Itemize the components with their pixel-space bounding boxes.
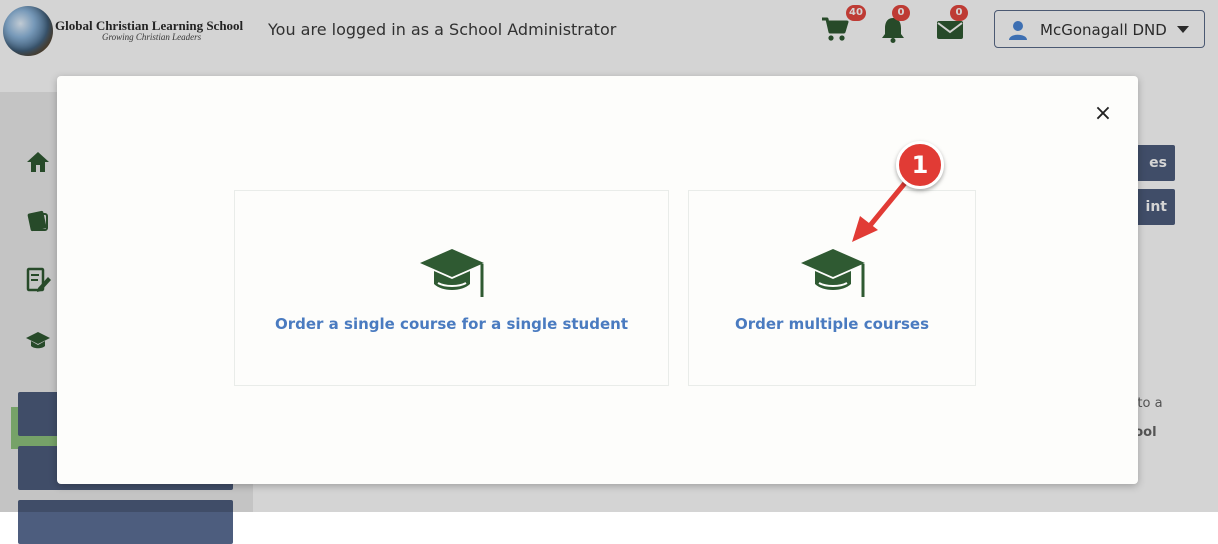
annotation-arrow <box>852 180 908 242</box>
step-number-marker: 1 <box>896 141 944 189</box>
